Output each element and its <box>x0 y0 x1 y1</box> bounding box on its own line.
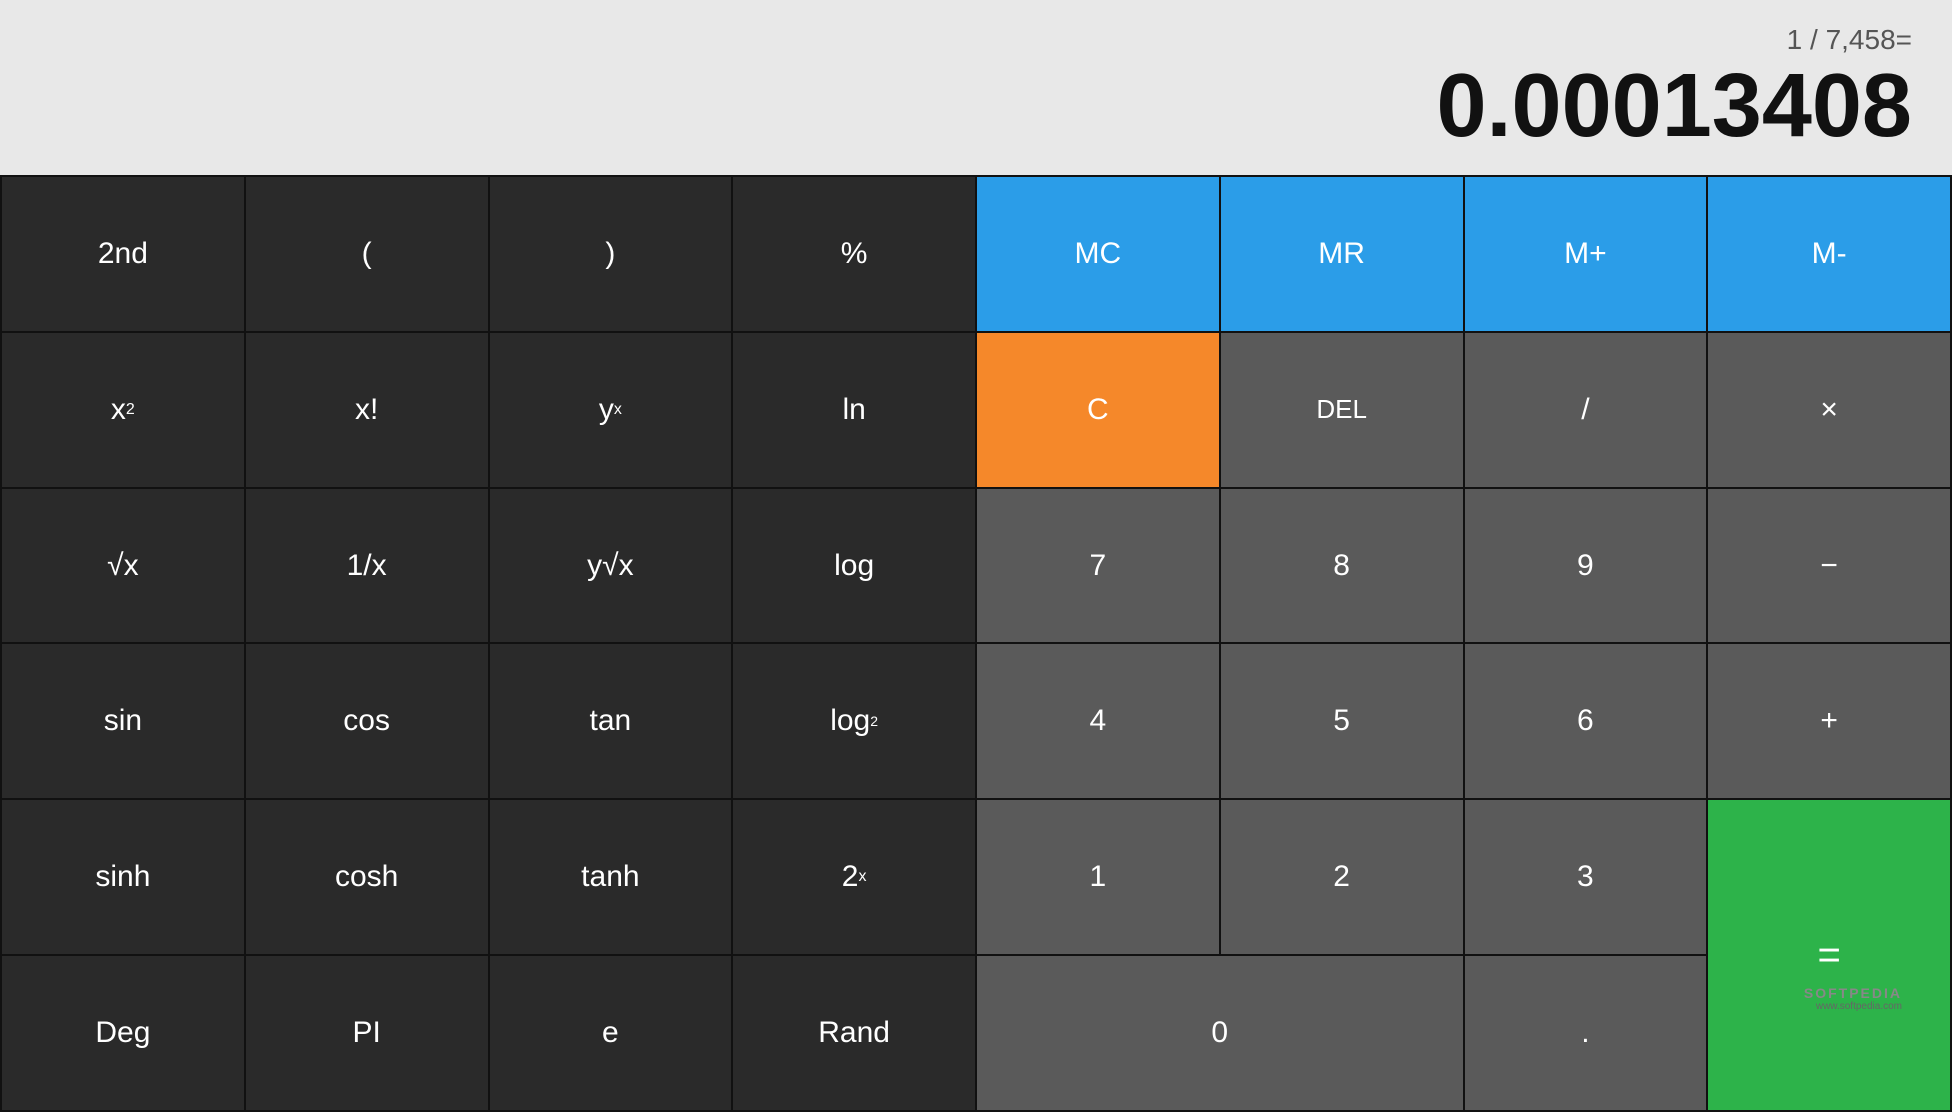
btn-log[interactable]: log <box>733 489 975 643</box>
btn-cosh[interactable]: cosh <box>246 800 488 954</box>
btn-tan[interactable]: tan <box>490 644 732 798</box>
btn-mplus[interactable]: M+ <box>1465 177 1707 331</box>
btn-rand[interactable]: Rand <box>733 956 975 1110</box>
btn-xfact[interactable]: x! <box>246 333 488 487</box>
btn-mr[interactable]: MR <box>1221 177 1463 331</box>
btn-x2[interactable]: x2 <box>2 333 244 487</box>
btn-9[interactable]: 9 <box>1465 489 1707 643</box>
btn-2[interactable]: 2 <box>1221 800 1463 954</box>
btn-percent[interactable]: % <box>733 177 975 331</box>
btn-yx[interactable]: yx <box>490 333 732 487</box>
result: 0.00013408 <box>1437 61 1913 151</box>
btn-cos[interactable]: cos <box>246 644 488 798</box>
btn-ysqrtx[interactable]: y√x <box>490 489 732 643</box>
btn-sin[interactable]: sin <box>2 644 244 798</box>
btn-1[interactable]: 1 <box>977 800 1219 954</box>
btn-tanh[interactable]: tanh <box>490 800 732 954</box>
btn-sinh[interactable]: sinh <box>2 800 244 954</box>
btn-6[interactable]: 6 <box>1465 644 1707 798</box>
btn-equals[interactable]: = <box>1708 800 1950 1110</box>
btn-deg[interactable]: Deg <box>2 956 244 1110</box>
btn-divide[interactable]: / <box>1465 333 1707 487</box>
btn-c[interactable]: C <box>977 333 1219 487</box>
btn-7[interactable]: 7 <box>977 489 1219 643</box>
btn-3[interactable]: 3 <box>1465 800 1707 954</box>
btn-minus[interactable]: − <box>1708 489 1950 643</box>
btn-multiply[interactable]: × <box>1708 333 1950 487</box>
btn-4[interactable]: 4 <box>977 644 1219 798</box>
btn-0[interactable]: 0 <box>977 956 1463 1110</box>
btn-log2[interactable]: log2 <box>733 644 975 798</box>
btn-mminus[interactable]: M- <box>1708 177 1950 331</box>
btn-5[interactable]: 5 <box>1221 644 1463 798</box>
btn-sqrtx[interactable]: √x <box>2 489 244 643</box>
btn-reciprocal[interactable]: 1/x <box>246 489 488 643</box>
btn-mc[interactable]: MC <box>977 177 1219 331</box>
btn-2x[interactable]: 2x <box>733 800 975 954</box>
btn-open-paren[interactable]: ( <box>246 177 488 331</box>
btn-8[interactable]: 8 <box>1221 489 1463 643</box>
display-area: 1 / 7,458= 0.00013408 <box>0 0 1952 175</box>
btn-2nd[interactable]: 2nd <box>2 177 244 331</box>
btn-plus[interactable]: + <box>1708 644 1950 798</box>
btn-close-paren[interactable]: ) <box>490 177 732 331</box>
btn-ln[interactable]: ln <box>733 333 975 487</box>
btn-del[interactable]: DEL <box>1221 333 1463 487</box>
btn-pi[interactable]: PI <box>246 956 488 1110</box>
btn-dot[interactable]: . <box>1465 956 1707 1110</box>
expression: 1 / 7,458= <box>1787 24 1912 56</box>
calculator-grid: 2nd ( ) % MC MR M+ M- x2 x! yx ln C DEL … <box>0 175 1952 1112</box>
btn-e[interactable]: e <box>490 956 732 1110</box>
